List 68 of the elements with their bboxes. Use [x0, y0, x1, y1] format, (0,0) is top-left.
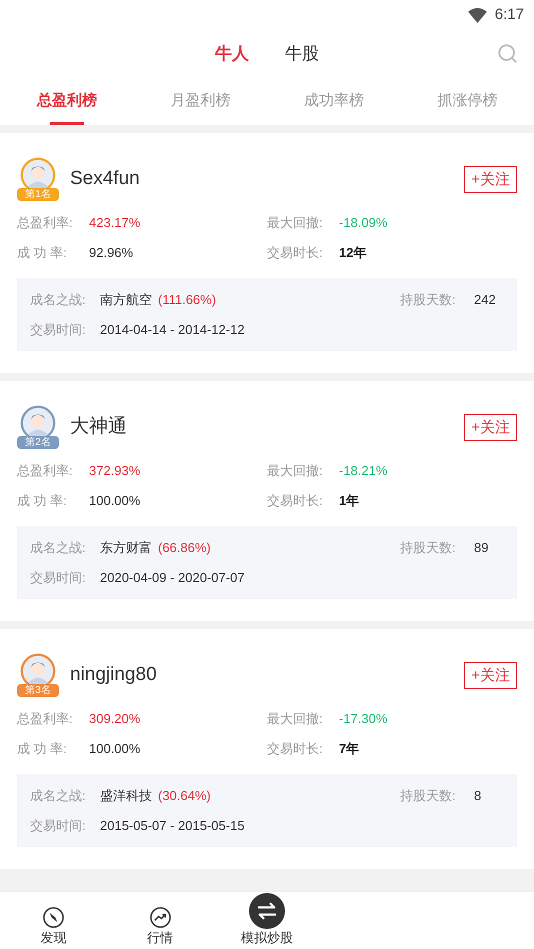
detail-label: 成名之战:	[30, 291, 87, 309]
wifi-icon	[468, 8, 487, 22]
stat-value: -17.30%	[339, 710, 388, 728]
stat-value: -18.09%	[339, 214, 388, 232]
trade-period: 2015-05-07 - 2015-05-15	[100, 816, 245, 834]
trade-period: 2020-04-09 - 2020-07-07	[100, 568, 245, 586]
detail-label: 成名之战:	[30, 539, 87, 557]
status-time: 6:17	[494, 4, 524, 25]
ranking-tab[interactable]: 成功率榜	[267, 78, 400, 125]
stat-label: 最大回撤:	[267, 710, 324, 728]
stat-value: 100.00%	[89, 492, 140, 510]
trader-name: 大神通	[70, 414, 128, 439]
stat-value: -18.21%	[339, 462, 388, 480]
ranking-tab[interactable]: 总盈利榜	[0, 78, 134, 125]
nav-tab[interactable]: 发现	[0, 892, 107, 949]
stat-value: 12年	[339, 244, 366, 262]
rank-badge: 第3名	[17, 684, 59, 697]
holding-days: 8	[474, 786, 504, 806]
stat-label: 总盈利率:	[17, 214, 74, 232]
rank-badge: 第2名	[17, 436, 59, 449]
stat-value: 423.17%	[89, 214, 140, 232]
stock-return: (111.66%)	[158, 291, 218, 309]
detail-label: 持股天数:	[400, 787, 457, 805]
holding-days: 242	[474, 290, 504, 310]
follow-button[interactable]: +关注	[464, 662, 517, 688]
stock-return: (66.86%)	[158, 539, 212, 557]
trade-period: 2014-04-14 - 2014-12-12	[100, 320, 245, 338]
compass-icon	[42, 906, 65, 929]
trader-name: ningjing80	[70, 662, 158, 687]
stock-return: (30.64%)	[158, 787, 212, 805]
stock-name: 盛洋科技	[100, 787, 152, 805]
stat-value: 7年	[339, 740, 360, 758]
stat-value: 1年	[339, 492, 360, 510]
search-icon[interactable]	[497, 43, 519, 65]
nav-tab[interactable]: 行情	[106, 892, 214, 949]
stock-name: 南方航空	[100, 291, 152, 309]
trend-icon	[148, 906, 172, 929]
stat-label: 总盈利率:	[17, 462, 74, 480]
ranking-tab[interactable]: 月盈利榜	[134, 78, 267, 125]
detail-label: 持股天数:	[400, 539, 457, 557]
stat-value: 92.96%	[89, 244, 134, 262]
stat-label: 成 功 率:	[17, 740, 68, 758]
ranking-tab[interactable]: 抓涨停榜	[400, 78, 534, 125]
stat-value: 372.93%	[89, 462, 140, 480]
follow-button[interactable]: +关注	[464, 414, 517, 440]
header-tab[interactable]: 牛人	[215, 41, 249, 67]
stat-label: 总盈利率:	[17, 710, 74, 728]
detail-label: 交易时间:	[30, 568, 87, 586]
trader-name: Sex4fun	[70, 166, 141, 191]
rank-badge: 第1名	[17, 188, 59, 201]
detail-label: 持股天数:	[400, 291, 457, 309]
detail-label: 交易时间:	[30, 320, 87, 338]
stat-label: 成 功 率:	[17, 244, 68, 262]
stat-label: 成 功 率:	[17, 492, 68, 510]
stat-label: 交易时长:	[267, 740, 324, 758]
stat-label: 最大回撤:	[267, 462, 324, 480]
detail-label: 成名之战:	[30, 787, 87, 805]
nav-tab[interactable]: 模拟炒股	[214, 892, 320, 949]
follow-button[interactable]: +关注	[464, 166, 517, 192]
stat-value: 309.20%	[89, 710, 140, 728]
detail-label: 交易时间:	[30, 816, 87, 834]
holding-days: 89	[474, 538, 504, 558]
stat-label: 最大回撤:	[267, 214, 324, 232]
stat-value: 100.00%	[89, 740, 140, 758]
stat-label: 交易时长:	[267, 492, 324, 510]
stat-label: 交易时长:	[267, 244, 324, 262]
header-tab[interactable]: 牛股	[285, 41, 319, 67]
stock-name: 东方财富	[100, 539, 152, 557]
